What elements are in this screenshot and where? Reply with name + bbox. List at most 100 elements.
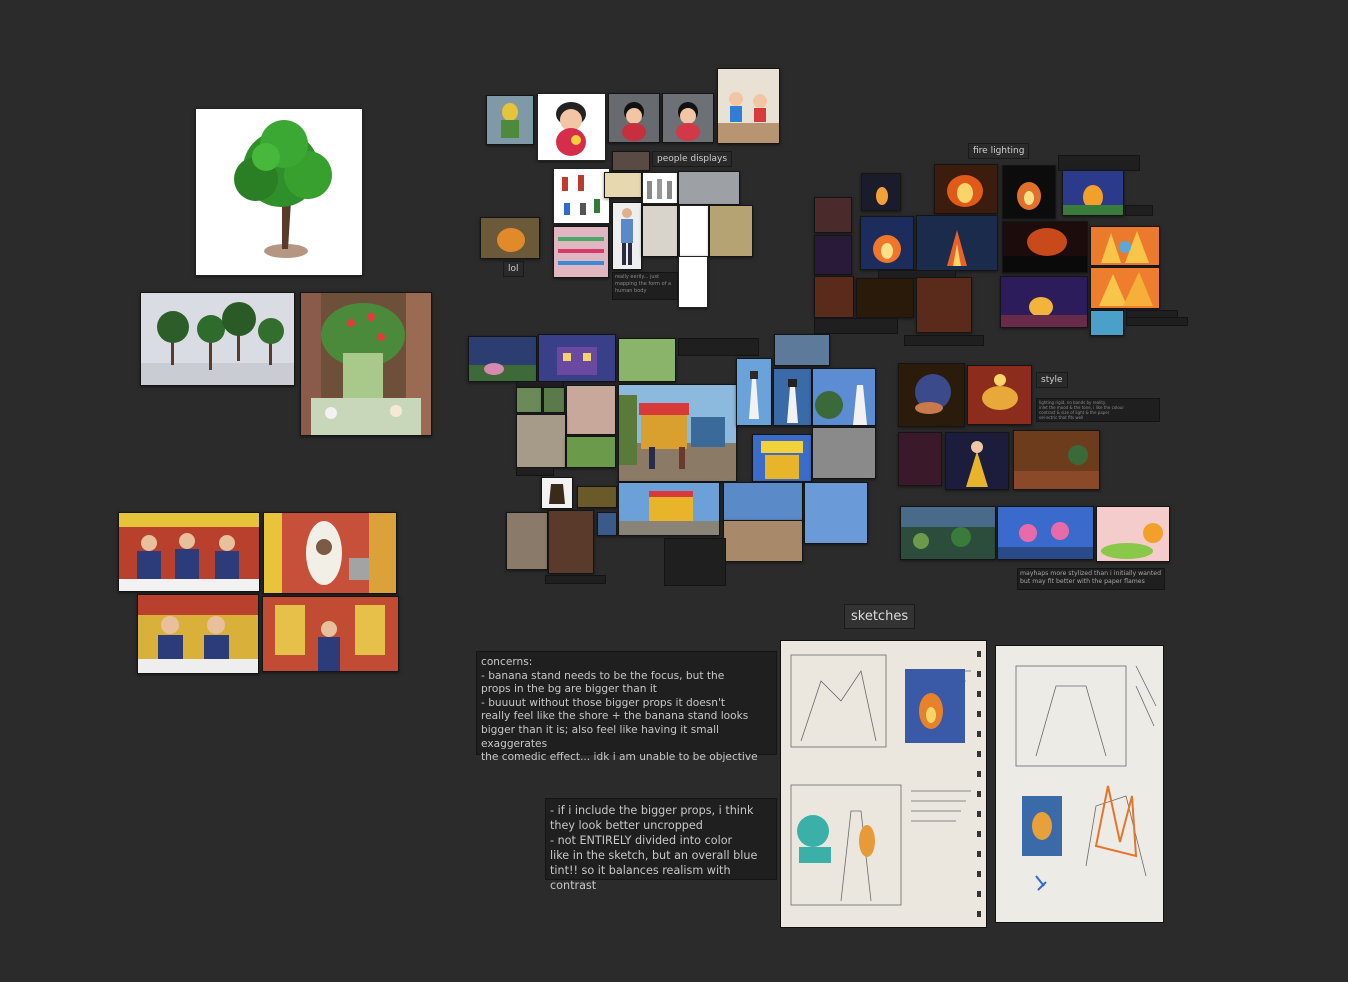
- image-white-figures[interactable]: [642, 172, 678, 204]
- image-fire-dolls-2[interactable]: [814, 235, 852, 275]
- note-micro-j: [1126, 317, 1188, 326]
- image-banana-stand-4[interactable]: [262, 596, 399, 672]
- image-wood-texture[interactable]: [577, 486, 617, 508]
- chalkboard-art: [542, 478, 572, 508]
- image-cottage[interactable]: [506, 512, 548, 570]
- image-sketch-page-1[interactable]: [780, 640, 987, 928]
- image-fire-campfire[interactable]: [934, 164, 998, 214]
- banana-stand-4-art: [263, 597, 398, 671]
- label-style: style: [1036, 372, 1068, 388]
- small-figurines-art: [554, 169, 609, 223]
- tree-figurine-art: [196, 109, 362, 275]
- image-man-figure[interactable]: [612, 202, 642, 270]
- image-harbor-lighthouse[interactable]: [804, 482, 868, 544]
- image-banana-stand-3[interactable]: [137, 594, 259, 674]
- image-group-photo[interactable]: [612, 151, 650, 171]
- image-fire-silhouette[interactable]: [856, 278, 914, 318]
- bonfire-crowd-art: [1003, 222, 1087, 272]
- image-blue-square[interactable]: [597, 512, 617, 536]
- note-mayhaps: mayhaps more stylized than i initially w…: [1017, 568, 1165, 590]
- image-banana-stand-2[interactable]: [263, 512, 397, 594]
- image-fire-small-dark[interactable]: [861, 173, 901, 211]
- image-cream-bunnies[interactable]: [516, 414, 566, 468]
- image-lighthouse-3[interactable]: [812, 368, 876, 426]
- stylized-candy-art: [1097, 507, 1169, 561]
- style-feast-art: [968, 366, 1031, 424]
- image-frozen-banana-sign[interactable]: [752, 434, 812, 482]
- image-chalkboard[interactable]: [541, 477, 573, 509]
- image-stylized-garden[interactable]: [900, 506, 996, 560]
- image-night-house[interactable]: [538, 334, 616, 382]
- image-dollhouse-day[interactable]: [618, 338, 676, 382]
- note-micro-d: [545, 575, 606, 584]
- label-sketches: sketches: [844, 604, 916, 629]
- image-boardwalk-small[interactable]: [774, 334, 830, 366]
- image-style-dark-pink[interactable]: [898, 432, 942, 486]
- image-mushroom-dollhouse[interactable]: [300, 292, 432, 436]
- image-figure-duo-2[interactable]: [662, 93, 714, 143]
- image-display-cards[interactable]: [604, 172, 642, 198]
- label-lol: lol: [503, 261, 524, 277]
- image-wood-shack[interactable]: [548, 510, 594, 574]
- image-banana-shack-main[interactable]: [618, 384, 737, 482]
- image-paper-flames-3[interactable]: [1090, 310, 1124, 336]
- style-cave-art: [899, 364, 964, 426]
- image-tree-small-1[interactable]: [516, 387, 542, 413]
- image-candy-sticks[interactable]: [553, 226, 609, 278]
- moodboard-canvas[interactable]: people displays lol really eerily... jus…: [0, 0, 1348, 982]
- image-tree-figurine[interactable]: [195, 108, 363, 276]
- image-style-belle[interactable]: [945, 432, 1009, 490]
- image-orange-creature[interactable]: [480, 217, 540, 259]
- image-street-scene[interactable]: [812, 427, 876, 479]
- note-micro-g: [1125, 205, 1153, 216]
- banana-stand-street-art: [619, 483, 719, 535]
- image-suit-figure[interactable]: [679, 205, 709, 257]
- image-stylized-candy[interactable]: [1096, 506, 1170, 562]
- bonfire-blue-art: [861, 217, 913, 269]
- image-little-people-girl[interactable]: [537, 93, 606, 161]
- image-banana-stand-street[interactable]: [618, 482, 720, 536]
- image-sketch-page-2[interactable]: [995, 645, 1164, 923]
- note-micro-a: [678, 338, 759, 356]
- sketch-page-1-art: [781, 641, 986, 927]
- image-showroom[interactable]: [678, 171, 740, 205]
- image-style-room[interactable]: [1013, 430, 1100, 490]
- image-figure-duo-1[interactable]: [608, 93, 660, 143]
- image-style-feast[interactable]: [967, 365, 1032, 425]
- image-green-bunnies[interactable]: [566, 436, 616, 468]
- image-bunny-family[interactable]: [566, 385, 616, 435]
- image-fire-dolls-warm[interactable]: [916, 277, 972, 333]
- image-segway-scene[interactable]: [709, 205, 753, 257]
- image-mini-trees[interactable]: [140, 292, 295, 386]
- image-bonfire-blue[interactable]: [860, 216, 914, 270]
- image-fire-cartoon[interactable]: [1062, 170, 1124, 216]
- image-bonfire-night[interactable]: [916, 215, 998, 271]
- image-night-garden[interactable]: [468, 336, 537, 382]
- fire-small-dark-art: [862, 174, 900, 210]
- image-stylized-pink[interactable]: [997, 506, 1094, 560]
- note-ready: really eerily... just mapping the form o…: [612, 272, 678, 300]
- image-man-pointing[interactable]: [642, 205, 678, 257]
- image-lighthouse-1[interactable]: [736, 358, 772, 426]
- image-small-figurines[interactable]: [553, 168, 610, 224]
- image-fire-dolls-3[interactable]: [814, 276, 854, 318]
- image-little-people-pair[interactable]: [717, 68, 780, 144]
- bonfire-night-art: [917, 216, 997, 270]
- image-banana-stand-1[interactable]: [118, 512, 260, 592]
- image-fire-dolls-1[interactable]: [814, 197, 852, 233]
- image-tree-small-2[interactable]: [543, 387, 565, 413]
- image-paper-flames-2[interactable]: [1090, 267, 1160, 309]
- image-lighthouse-village[interactable]: [723, 482, 803, 522]
- image-lighthouse-2[interactable]: [773, 368, 812, 426]
- white-figures-art: [643, 173, 677, 203]
- image-village-ground[interactable]: [723, 520, 803, 562]
- image-paper-fire-scene[interactable]: [1000, 276, 1088, 328]
- image-fire-dark[interactable]: [1002, 165, 1056, 219]
- orange-creature-art: [481, 218, 539, 258]
- image-segway[interactable]: [678, 256, 708, 308]
- style-room-art: [1014, 431, 1099, 489]
- image-bonfire-crowd[interactable]: [1002, 221, 1088, 273]
- image-paper-flames-1[interactable]: [1090, 226, 1160, 266]
- image-bert-figure[interactable]: [486, 95, 534, 145]
- image-style-cave[interactable]: [898, 363, 965, 427]
